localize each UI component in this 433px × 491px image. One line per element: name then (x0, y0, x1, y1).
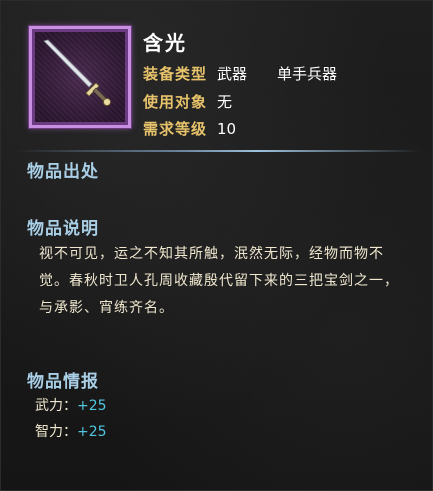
item-tooltip: 含光 装备类型 武器 单手兵器 使用对象无 需求等级 10 物品出处 物品说明 视不可… (0, 0, 433, 491)
required-level-label: 需求等级 (143, 120, 208, 138)
stat-label: 武力： (35, 398, 77, 414)
use-target-row: 使用对象无 (143, 92, 232, 112)
equip-subtype-value: 单手兵器 (277, 65, 338, 83)
item-info-title: 物品情报 (27, 372, 99, 392)
use-target-label: 使用对象 (143, 93, 208, 111)
item-description-title: 物品说明 (27, 219, 99, 239)
item-name: 含光 (143, 31, 187, 55)
use-target-value: 无 (217, 93, 233, 111)
stat-value: +25 (77, 424, 107, 440)
stat-label: 智力： (35, 424, 77, 440)
equip-type-row: 装备类型 武器 单手兵器 (143, 64, 337, 84)
item-source-title: 物品出处 (27, 162, 99, 182)
sword-icon (43, 39, 111, 106)
header-divider (15, 150, 420, 152)
item-description-text: 视不可见，运之不知其所触，泯然无际，经物而物不觉。春秋时卫人孔周收藏殷代留下来的… (39, 246, 399, 316)
item-icon-frame[interactable] (29, 26, 131, 128)
stat-row: 智力：+25 (35, 421, 107, 441)
required-level-row: 需求等级 10 (143, 119, 236, 139)
stat-row: 武力：+25 (35, 395, 107, 415)
stat-value: +25 (77, 398, 107, 414)
equip-type-label: 装备类型 (143, 65, 208, 83)
equip-type-value: 武器 (217, 65, 248, 83)
required-level-value: 10 (217, 120, 237, 138)
